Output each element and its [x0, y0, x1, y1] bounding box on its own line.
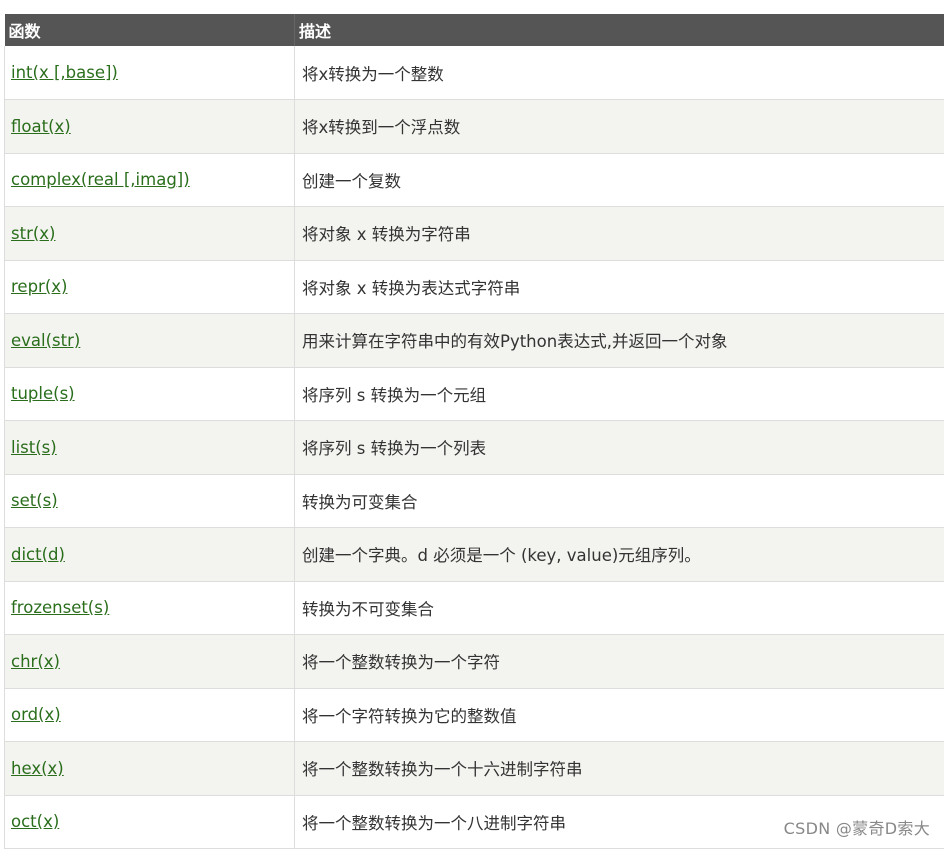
function-link[interactable]: int(x [,base]): [11, 63, 118, 82]
description-cell: 将一个整数转换为一个十六进制字符串: [295, 742, 944, 796]
function-cell: float(x): [5, 100, 295, 154]
top-margin: [0, 0, 944, 14]
function-cell: hex(x): [5, 742, 295, 796]
function-link[interactable]: repr(x): [11, 277, 67, 296]
table-row: repr(x) 将对象 x 转换为表达式字符串: [5, 260, 944, 314]
function-link[interactable]: tuple(s): [11, 384, 75, 403]
table-row: int(x [,base]) 将x转换为一个整数: [5, 46, 944, 100]
table-row: tuple(s) 将序列 s 转换为一个元组: [5, 367, 944, 421]
function-cell: list(s): [5, 421, 295, 475]
table-row: ord(x) 将一个字符转换为它的整数值: [5, 688, 944, 742]
function-cell: set(s): [5, 474, 295, 528]
table-row: eval(str) 用来计算在字符串中的有效Python表达式,并返回一个对象: [5, 314, 944, 368]
table-row: str(x) 将对象 x 转换为字符串: [5, 207, 944, 261]
description-cell: 创建一个复数: [295, 153, 944, 207]
table-row: dict(d) 创建一个字典。d 必须是一个 (key, value)元组序列。: [5, 528, 944, 582]
table-row: list(s) 将序列 s 转换为一个列表: [5, 421, 944, 475]
table-row: set(s) 转换为可变集合: [5, 474, 944, 528]
header-description: 描述: [295, 14, 944, 46]
function-link[interactable]: frozenset(s): [11, 598, 109, 617]
table-row: chr(x) 将一个整数转换为一个字符: [5, 635, 944, 689]
function-cell: dict(d): [5, 528, 295, 582]
description-cell: 将对象 x 转换为表达式字符串: [295, 260, 944, 314]
table-row: hex(x) 将一个整数转换为一个十六进制字符串: [5, 742, 944, 796]
description-cell: 将x转换为一个整数: [295, 46, 944, 100]
function-link[interactable]: eval(str): [11, 331, 80, 350]
description-cell: 转换为可变集合: [295, 474, 944, 528]
header-function: 函数: [5, 14, 295, 46]
table-body: int(x [,base]) 将x转换为一个整数 float(x) 将x转换到一…: [5, 46, 944, 849]
function-link[interactable]: hex(x): [11, 759, 64, 778]
description-cell: 用来计算在字符串中的有效Python表达式,并返回一个对象: [295, 314, 944, 368]
header-row: 函数 描述: [5, 14, 944, 46]
description-cell: 将序列 s 转换为一个列表: [295, 421, 944, 475]
function-cell: tuple(s): [5, 367, 295, 421]
description-cell: 将对象 x 转换为字符串: [295, 207, 944, 261]
function-link[interactable]: str(x): [11, 224, 56, 243]
function-link[interactable]: complex(real [,imag]): [11, 170, 190, 189]
function-link[interactable]: float(x): [11, 117, 71, 136]
function-cell: repr(x): [5, 260, 295, 314]
function-link[interactable]: ord(x): [11, 705, 61, 724]
description-cell: 将一个字符转换为它的整数值: [295, 688, 944, 742]
function-link[interactable]: list(s): [11, 438, 57, 457]
function-link[interactable]: dict(d): [11, 545, 65, 564]
description-cell: 创建一个字典。d 必须是一个 (key, value)元组序列。: [295, 528, 944, 582]
function-link[interactable]: oct(x): [11, 812, 59, 831]
function-cell: ord(x): [5, 688, 295, 742]
table-row: complex(real [,imag]) 创建一个复数: [5, 153, 944, 207]
function-cell: eval(str): [5, 314, 295, 368]
function-link[interactable]: set(s): [11, 491, 58, 510]
table-row: float(x) 将x转换到一个浮点数: [5, 100, 944, 154]
function-cell: int(x [,base]): [5, 46, 295, 100]
description-cell: 将序列 s 转换为一个元组: [295, 367, 944, 421]
function-cell: chr(x): [5, 635, 295, 689]
table-header: 函数 描述: [5, 14, 944, 46]
table-row: frozenset(s) 转换为不可变集合: [5, 581, 944, 635]
description-cell: 转换为不可变集合: [295, 581, 944, 635]
function-link[interactable]: chr(x): [11, 652, 60, 671]
function-cell: str(x): [5, 207, 295, 261]
description-cell: 将一个整数转换为一个字符: [295, 635, 944, 689]
function-cell: oct(x): [5, 795, 295, 849]
function-cell: complex(real [,imag]): [5, 153, 295, 207]
function-cell: frozenset(s): [5, 581, 295, 635]
function-table: 函数 描述 int(x [,base]) 将x转换为一个整数 float(x) …: [4, 14, 944, 849]
description-cell: 将x转换到一个浮点数: [295, 100, 944, 154]
csdn-watermark: CSDN @蒙奇D索大: [784, 815, 930, 839]
